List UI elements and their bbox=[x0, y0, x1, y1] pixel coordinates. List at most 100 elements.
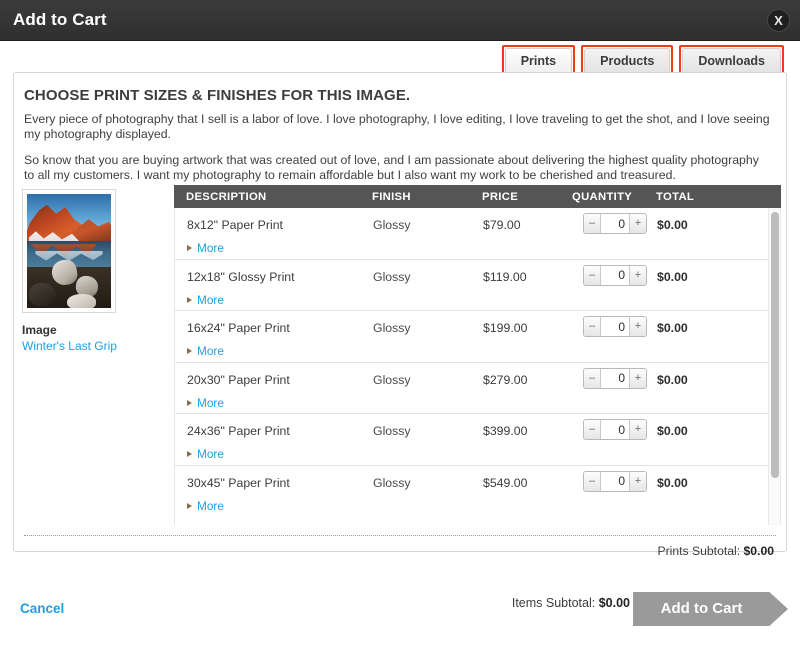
image-label: Image bbox=[22, 323, 57, 337]
prints-subtotal-label: Prints Subtotal: bbox=[657, 544, 741, 558]
chevron-right-icon bbox=[187, 399, 192, 406]
print-options-table: DESCRIPTION FINISH PRICE QUANTITY TOTAL … bbox=[174, 185, 781, 525]
plus-icon[interactable]: + bbox=[629, 471, 646, 491]
quantity-stepper[interactable]: – + bbox=[583, 316, 647, 337]
minus-icon[interactable]: – bbox=[584, 214, 601, 233]
more-toggle[interactable]: More bbox=[187, 293, 224, 307]
cell-price: $79.00 bbox=[483, 218, 521, 232]
cell-total: $0.00 bbox=[657, 372, 688, 387]
table-body: 8x12" Paper Print Glossy $79.00 – + $0.0… bbox=[174, 208, 781, 525]
cell-description: 8x12" Paper Print bbox=[187, 218, 283, 232]
content-panel: CHOOSE PRINT SIZES & FINISHES FOR THIS I… bbox=[13, 72, 787, 558]
intro-paragraph-1: Every piece of photography that I sell i… bbox=[24, 112, 770, 141]
quantity-stepper[interactable]: – + bbox=[583, 213, 647, 234]
minus-icon[interactable]: – bbox=[584, 317, 601, 336]
more-label: More bbox=[197, 292, 224, 307]
product-thumbnail-image[interactable] bbox=[27, 194, 111, 308]
cell-price: $119.00 bbox=[483, 269, 527, 284]
image-title-link[interactable]: Winter's Last Grip bbox=[22, 339, 172, 353]
prints-subtotal-value: $0.00 bbox=[743, 544, 775, 558]
tab-downloads[interactable]: Downloads bbox=[682, 48, 781, 74]
table-header-row: DESCRIPTION FINISH PRICE QUANTITY TOTAL bbox=[174, 185, 781, 208]
quantity-input[interactable] bbox=[601, 317, 629, 336]
cell-total: $0.00 bbox=[657, 475, 688, 490]
chevron-right-icon bbox=[187, 348, 192, 354]
cell-price: $399.00 bbox=[483, 424, 528, 438]
table-row: 20x30" Paper Print Glossy $279.00 – + $0… bbox=[175, 363, 780, 414]
column-header-finish: FINISH bbox=[372, 190, 411, 203]
more-label: More bbox=[197, 447, 224, 461]
plus-icon[interactable]: + bbox=[629, 265, 646, 285]
dialog-titlebar: Add to Cart X bbox=[0, 0, 800, 41]
chevron-right-icon bbox=[187, 451, 192, 457]
quantity-input[interactable] bbox=[601, 471, 629, 491]
quantity-input[interactable] bbox=[601, 420, 629, 439]
more-label: More bbox=[197, 498, 224, 513]
cell-total: $0.00 bbox=[657, 269, 688, 284]
divider bbox=[24, 535, 776, 536]
thumbnail-frame[interactable] bbox=[22, 189, 116, 313]
tab-prints[interactable]: Prints bbox=[504, 48, 573, 74]
tab-products[interactable]: Products bbox=[584, 48, 671, 74]
cell-price: $199.00 bbox=[483, 321, 528, 335]
more-label: More bbox=[197, 344, 224, 358]
cell-finish: Glossy bbox=[373, 321, 411, 335]
minus-icon[interactable]: – bbox=[584, 420, 601, 439]
table-row: 16x24" Paper Print Glossy $199.00 – + $0… bbox=[175, 311, 780, 363]
column-header-total: TOTAL bbox=[656, 190, 695, 203]
items-subtotal-value: $0.00 bbox=[598, 596, 630, 610]
cell-description: 20x30" Paper Print bbox=[187, 372, 290, 387]
plus-icon[interactable]: + bbox=[629, 317, 646, 336]
scrollbar-thumb[interactable] bbox=[771, 212, 779, 478]
minus-icon[interactable]: – bbox=[584, 368, 601, 388]
page-title: CHOOSE PRINT SIZES & FINISHES FOR THIS I… bbox=[24, 87, 411, 104]
more-toggle[interactable]: More bbox=[187, 344, 224, 358]
cell-total: $0.00 bbox=[657, 321, 688, 335]
chevron-right-icon bbox=[187, 502, 192, 509]
plus-icon[interactable]: + bbox=[629, 214, 646, 233]
image-column: Image Winter's Last Grip bbox=[22, 189, 172, 353]
quantity-input[interactable] bbox=[601, 368, 629, 388]
items-subtotal: Items Subtotal: $0.00 bbox=[512, 596, 630, 610]
table-row: 12x18" Glossy Print Glossy $119.00 – + $… bbox=[175, 260, 780, 311]
cell-price: $549.00 bbox=[483, 475, 528, 490]
quantity-stepper[interactable]: – + bbox=[583, 367, 647, 389]
chevron-right-icon bbox=[187, 245, 192, 251]
more-toggle[interactable]: More bbox=[187, 396, 224, 410]
cell-description: 12x18" Glossy Print bbox=[187, 269, 295, 284]
close-icon[interactable]: X bbox=[767, 9, 790, 32]
cancel-button[interactable]: Cancel bbox=[20, 601, 64, 616]
cell-finish: Glossy bbox=[373, 269, 411, 284]
cell-finish: Glossy bbox=[373, 218, 411, 232]
quantity-stepper[interactable]: – + bbox=[583, 419, 647, 440]
cell-total: $0.00 bbox=[657, 218, 688, 232]
plus-icon[interactable]: + bbox=[629, 368, 646, 388]
cell-total: $0.00 bbox=[657, 424, 688, 438]
minus-icon[interactable]: – bbox=[584, 471, 601, 491]
plus-icon[interactable]: + bbox=[629, 420, 646, 439]
minus-icon[interactable]: – bbox=[584, 265, 601, 285]
table-row: 30x45" Paper Print Glossy $549.00 – + $0… bbox=[175, 466, 780, 518]
more-label: More bbox=[197, 395, 224, 410]
column-header-quantity: QUANTITY bbox=[572, 190, 633, 203]
column-header-price: PRICE bbox=[482, 190, 519, 203]
more-label: More bbox=[197, 241, 224, 255]
cell-price: $279.00 bbox=[483, 372, 528, 387]
more-toggle[interactable]: More bbox=[187, 241, 224, 255]
quantity-stepper[interactable]: – + bbox=[583, 470, 647, 492]
cell-description: 16x24" Paper Print bbox=[187, 321, 290, 335]
quantity-stepper[interactable]: – + bbox=[583, 264, 647, 286]
table-row: 8x12" Paper Print Glossy $79.00 – + $0.0… bbox=[175, 208, 780, 260]
quantity-input[interactable] bbox=[601, 265, 629, 285]
items-subtotal-label: Items Subtotal: bbox=[511, 596, 596, 610]
cell-finish: Glossy bbox=[373, 372, 411, 387]
more-toggle[interactable]: More bbox=[187, 499, 224, 513]
more-toggle[interactable]: More bbox=[187, 447, 224, 461]
table-scrollbar[interactable] bbox=[768, 208, 781, 525]
add-to-cart-button[interactable]: Add to Cart bbox=[633, 592, 788, 626]
chevron-right-icon bbox=[187, 296, 192, 303]
column-header-description: DESCRIPTION bbox=[186, 190, 267, 203]
cell-finish: Glossy bbox=[373, 424, 411, 438]
cell-description: 24x36" Paper Print bbox=[187, 424, 290, 438]
quantity-input[interactable] bbox=[601, 214, 629, 233]
